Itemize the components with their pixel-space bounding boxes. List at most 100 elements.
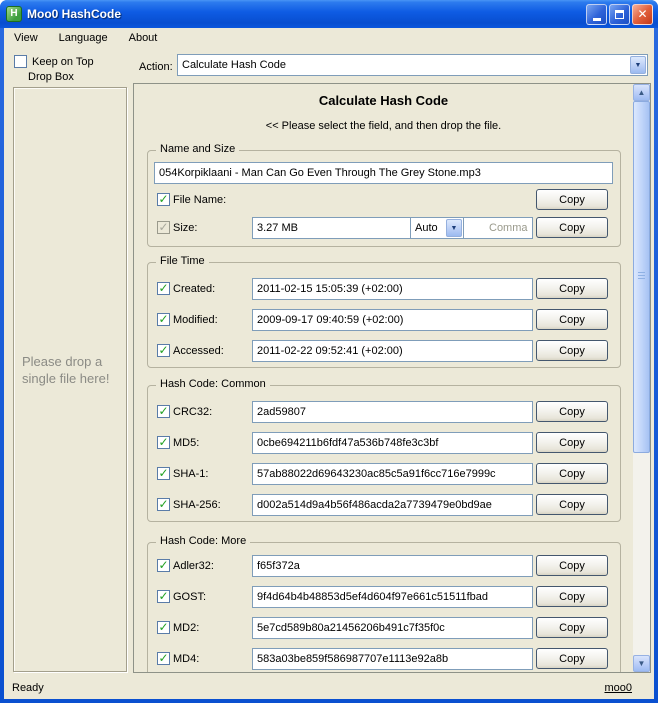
copy-md5-button[interactable]: Copy [536,432,608,453]
window-title: Moo0 HashCode [27,7,122,21]
copy-md2-button[interactable]: Copy [536,617,608,638]
sha256-field[interactable] [252,494,533,516]
modified-label: Modified: [173,314,218,326]
status-bar: Ready moo0 [4,677,654,699]
minimize-button[interactable] [586,3,607,25]
accessed-row: Accessed: Copy [148,340,620,363]
sha256-label: SHA-256: [173,499,221,511]
close-button[interactable]: ✕ [632,3,653,25]
file-name-label: File Name: [173,194,227,206]
md5-row: MD5: Copy [148,432,620,455]
menu-bar: View Language About [4,28,654,48]
size-unit-select[interactable]: Auto ▼ [410,217,464,239]
file-name-field[interactable] [154,162,613,184]
md2-row: MD2: Copy [148,617,620,640]
action-selected-value: Calculate Hash Code [182,59,286,71]
sha1-label: SHA-1: [173,468,209,480]
group-legend: Hash Code: Common [156,378,270,390]
gost-row: GOST: Copy [148,586,620,609]
md2-checkbox[interactable] [157,621,170,634]
scrollbar-thumb[interactable] [633,101,650,453]
menu-view[interactable]: View [12,31,40,45]
comma-checkbox [157,221,170,234]
size-label: Size: [173,222,198,234]
group-legend: File Time [156,255,209,267]
keep-on-top-label: Keep on Top [32,55,94,68]
md2-field[interactable] [252,617,533,639]
maximize-icon [615,9,624,19]
file-name-row: File Name: Copy [148,189,620,212]
copy-sha256-button[interactable]: Copy [536,494,608,515]
adler32-label: Adler32: [173,560,214,572]
md5-checkbox[interactable] [157,436,170,449]
adler32-field[interactable] [252,555,533,577]
copy-sha1-button[interactable]: Copy [536,463,608,484]
md4-label: MD4: [173,653,200,665]
size-row: Size: Auto ▼ Comma Copy [148,217,620,240]
sha256-row: SHA-256: Copy [148,494,620,517]
gost-checkbox[interactable] [157,590,170,603]
md5-label: MD5: [173,437,200,449]
sha1-row: SHA-1: Copy [148,463,620,486]
moo0-link[interactable]: moo0 [604,682,632,694]
keep-on-top-checkbox[interactable] [14,55,27,68]
chevron-down-icon: ▼ [446,219,462,237]
md4-checkbox[interactable] [157,652,170,665]
drop-box[interactable]: Please drop a single file here! [13,87,127,672]
menu-language[interactable]: Language [57,31,110,45]
modified-field[interactable] [252,309,533,331]
created-checkbox[interactable] [157,282,170,295]
accessed-checkbox[interactable] [157,344,170,357]
action-select[interactable]: Calculate Hash Code ▼ [177,54,648,76]
group-hash-more: Hash Code: More Adler32: Copy GOST: Copy… [147,535,621,672]
group-legend: Hash Code: More [156,535,251,547]
copy-file-name-button[interactable]: Copy [536,189,608,210]
size-unit-value: Auto [415,222,438,234]
sha1-field[interactable] [252,463,533,485]
scroll-up-icon[interactable]: ▲ [633,84,650,101]
group-hash-common: Hash Code: Common CRC32: Copy MD5: Copy … [147,378,621,522]
drop-hint-text: Please drop a single file here! [22,354,110,386]
sha256-checkbox[interactable] [157,498,170,511]
file-name-checkbox[interactable] [157,193,170,206]
vertical-scrollbar[interactable]: ▲ ▼ [633,84,650,672]
crc32-label: CRC32: [173,406,213,418]
crc32-row: CRC32: Copy [148,401,620,424]
copy-crc32-button[interactable]: Copy [536,401,608,422]
md4-row: MD4: Copy [148,648,620,671]
sha1-checkbox[interactable] [157,467,170,480]
copy-accessed-button[interactable]: Copy [536,340,608,361]
created-field[interactable] [252,278,533,300]
gost-label: GOST: [173,591,207,603]
md5-field[interactable] [252,432,533,454]
copy-gost-button[interactable]: Copy [536,586,608,607]
titlebar-buttons: ✕ [586,3,653,25]
title-bar: H Moo0 HashCode ✕ [0,0,658,28]
panel-title: Calculate Hash Code [318,93,449,108]
modified-row: Modified: Copy [148,309,620,332]
chevron-down-icon: ▼ [630,56,646,74]
accessed-field[interactable] [252,340,533,362]
crc32-checkbox[interactable] [157,405,170,418]
accessed-label: Accessed: [173,345,224,357]
copy-created-button[interactable]: Copy [536,278,608,299]
menu-about[interactable]: About [127,31,160,45]
group-file-time: File Time Created: Copy Modified: Copy A… [147,255,621,368]
action-label: Action: [139,61,173,73]
adler32-checkbox[interactable] [157,559,170,572]
gost-field[interactable] [252,586,533,608]
md4-field[interactable] [252,648,533,670]
minimize-icon [592,17,601,21]
scroll-down-icon[interactable]: ▼ [633,655,650,672]
group-name-and-size: Name and Size File Name: Copy Size: Auto… [147,143,621,247]
copy-md4-button[interactable]: Copy [536,648,608,669]
md2-label: MD2: [173,622,200,634]
maximize-button[interactable] [609,3,630,25]
drop-box-label: Drop Box [28,71,74,83]
modified-checkbox[interactable] [157,313,170,326]
copy-modified-button[interactable]: Copy [536,309,608,330]
copy-adler32-button[interactable]: Copy [536,555,608,576]
copy-size-button[interactable]: Copy [536,217,608,238]
crc32-field[interactable] [252,401,533,423]
status-text: Ready [12,682,44,694]
